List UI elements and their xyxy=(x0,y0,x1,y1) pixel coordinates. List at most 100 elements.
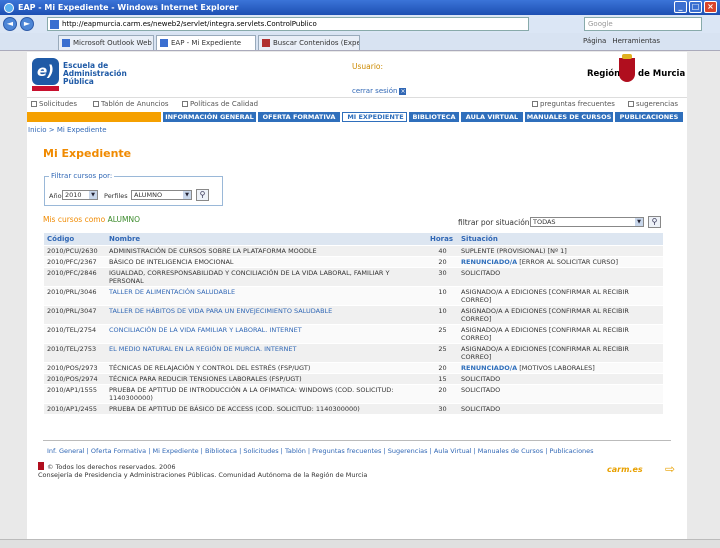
tab-mi-expediente[interactable]: EAP - Mi Expediente xyxy=(156,35,256,50)
status-text: SOLICITADO xyxy=(461,385,501,394)
course-status: RENUNCIADO/A [MOTIVOS LABORALES] xyxy=(458,362,663,374)
copyright: © Todos los derechos reservados. 2006 Co… xyxy=(38,462,367,479)
tab-outlook[interactable]: Microsoft Outlook Web Access xyxy=(58,35,154,50)
maximize-icon[interactable]: □ xyxy=(689,1,702,13)
link-solicitudes[interactable]: Solicitudes xyxy=(31,100,77,108)
eap-logo[interactable]: e) xyxy=(32,58,59,85)
status-renunciado[interactable]: RENUNCIADO/A xyxy=(461,258,517,266)
link-tablon[interactable]: Tablón de Anuncios xyxy=(93,100,169,108)
menu-accent xyxy=(27,112,161,122)
menu-aula-virtual[interactable]: AULA VIRTUAL xyxy=(461,112,523,122)
filter-search-button[interactable]: ⚲ xyxy=(196,189,209,201)
search-input[interactable]: Google xyxy=(584,17,702,31)
course-code: 2010/POS/2973 xyxy=(44,362,106,374)
course-name[interactable]: TALLER DE HÁBITOS DE VIDA PARA UN ENVEJE… xyxy=(106,305,427,325)
table-row: 2010/PFC/2367 BÁSICO DE INTELIGENCIA EMOC… xyxy=(44,256,663,268)
course-hours: 25 xyxy=(427,343,458,363)
breadcrumb[interactable]: Inicio > Mi Expediente xyxy=(28,126,107,134)
col-horas[interactable]: Horas xyxy=(427,233,458,246)
region-text-2: de Murcia xyxy=(638,69,686,79)
carm-logo-text: carm.es xyxy=(607,465,643,474)
year-select[interactable]: 2010 ▼ xyxy=(62,190,98,200)
course-status: SOLICITADO xyxy=(458,373,663,385)
menu-manuales[interactable]: MANUALES DE CURSOS xyxy=(525,112,613,122)
status-text: ASIGNADO/A A EDICIONES [CONFIRMAR AL REC… xyxy=(461,344,629,361)
link-label: Tablón de Anuncios xyxy=(101,100,169,108)
course-code: 2010/AP1/1555 xyxy=(44,384,106,404)
course-code: 2010/PRL/3047 xyxy=(44,305,106,325)
footer-divider xyxy=(43,440,671,441)
course-hours: 15 xyxy=(427,373,458,385)
col-codigo[interactable]: Código xyxy=(44,233,106,246)
page-content: e) Escuela de Administración Pública Usu… xyxy=(27,52,687,539)
table-row: 2010/PRL/3046 TALLER DE ALIMENTACIÓN SALU… xyxy=(44,286,663,306)
logout-link[interactable]: cerrar sesión × xyxy=(352,87,407,95)
course-name[interactable]: CONCILIACIÓN DE LA VIDA FAMILIAR Y LABOR… xyxy=(106,324,427,344)
main-menu: INFORMACIÓN GENERAL OFERTA FORMATIVA MI … xyxy=(27,112,687,122)
footer-links[interactable]: Inf. General | Oferta Formativa | Mi Exp… xyxy=(47,447,594,455)
top-links: Solicitudes Tablón de Anuncios Políticas… xyxy=(27,100,687,110)
search-icon: ⚲ xyxy=(199,190,206,199)
close-icon[interactable]: × xyxy=(704,1,717,13)
menu-publicaciones[interactable]: PUBLICACIONES xyxy=(615,112,683,122)
menu-informacion-general[interactable]: INFORMACIÓN GENERAL xyxy=(163,112,256,122)
search-placeholder: Google xyxy=(588,20,613,28)
situation-select[interactable]: TODAS ▼ xyxy=(530,217,644,227)
col-nombre[interactable]: Nombre xyxy=(106,233,427,246)
url-input[interactable]: http://eapmurcia.carm.es/neweb2/servlet/… xyxy=(47,17,529,31)
status-text: SUPLENTE (PROVISIONAL) [Nº 1] xyxy=(461,246,567,255)
course-name[interactable]: EL MEDIO NATURAL EN LA REGIÓN DE MURCIA.… xyxy=(106,343,427,363)
divider xyxy=(27,97,687,98)
mail-icon xyxy=(628,101,634,107)
course-status: SUPLENTE (PROVISIONAL) [Nº 1] xyxy=(458,245,663,257)
link-faq[interactable]: preguntas frecuentes xyxy=(532,100,615,108)
course-status: ASIGNADO/A A EDICIONES [CONFIRMAR AL REC… xyxy=(458,343,663,363)
table-row: 2010/PRL/3047 TALLER DE HÁBITOS DE VIDA P… xyxy=(44,305,663,325)
status-renunciado[interactable]: RENUNCIADO/A xyxy=(461,364,517,372)
course-name[interactable]: TALLER DE ALIMENTACIÓN SALUDABLE xyxy=(106,286,427,306)
col-situacion[interactable]: Situación xyxy=(458,233,663,246)
back-icon[interactable]: ◄ xyxy=(3,17,17,31)
link-politicas[interactable]: Políticas de Calidad xyxy=(182,100,258,108)
menu-biblioteca[interactable]: BIBLIOTECA xyxy=(409,112,459,122)
tab-buscar[interactable]: Buscar Contenidos (Expedien... xyxy=(258,35,360,50)
year-value: 2010 xyxy=(65,191,82,199)
course-status: ASIGNADO/A A EDICIONES [CONFIRMAR AL REC… xyxy=(458,305,663,325)
carm-logo[interactable]: carm.es ⇨ xyxy=(607,462,677,478)
logout-text: cerrar sesión xyxy=(352,87,398,95)
course-hours: 20 xyxy=(427,256,458,268)
chevron-down-icon: ▼ xyxy=(183,191,191,199)
tools-menu[interactable]: Herramientas xyxy=(612,37,660,45)
menu-mi-expediente[interactable]: MI EXPEDIENTE xyxy=(342,112,407,122)
logo-line-3: Pública xyxy=(63,77,94,86)
course-status: ASIGNADO/A A EDICIONES [CONFIRMAR AL REC… xyxy=(458,324,663,344)
situation-filter-label: filtrar por situación xyxy=(458,218,530,227)
profile-select[interactable]: ALUMNO ▼ xyxy=(131,190,192,200)
tab-favicon-icon xyxy=(62,39,70,47)
window-titlebar: EAP - Mi Expediente - Windows Internet E… xyxy=(0,0,720,15)
board-icon xyxy=(93,101,99,107)
course-name: IGUALDAD, CORRESPONSABILIDAD Y CONCILIAC… xyxy=(106,267,427,287)
course-hours: 30 xyxy=(427,267,458,287)
document-icon xyxy=(182,101,188,107)
situation-search-button[interactable]: ⚲ xyxy=(648,216,661,228)
course-status: SOLICITADO xyxy=(458,267,663,287)
table-row: 2010/AP1/1555 PRUEBA DE APTITUD DE INTROD… xyxy=(44,384,663,404)
minimize-icon[interactable]: _ xyxy=(674,1,687,13)
course-name: TÉCNICA PARA REDUCIR TENSIONES LABORALES… xyxy=(106,373,427,385)
table-row: 2010/POS/2974 TÉCNICA PARA REDUCIR TENSIO… xyxy=(44,373,663,385)
logo-text: Escuela de Administración Pública xyxy=(63,62,127,86)
course-hours: 20 xyxy=(427,384,458,404)
url-text: http://eapmurcia.carm.es/neweb2/servlet/… xyxy=(62,20,317,28)
menu-oferta-formativa[interactable]: OFERTA FORMATIVA xyxy=(258,112,340,122)
link-sugerencias[interactable]: sugerencias xyxy=(628,100,678,108)
forward-icon[interactable]: ► xyxy=(20,17,34,31)
copyright-text: © Todos los derechos reservados. 2006 xyxy=(47,463,176,471)
page-menu[interactable]: Página xyxy=(583,37,606,45)
close-session-icon: × xyxy=(399,88,407,95)
filter-legend: Filtrar cursos por: xyxy=(49,172,115,180)
situation-value: TODAS xyxy=(533,218,556,226)
status-text: SOLICITADO xyxy=(461,374,501,383)
table-header-row: Código Nombre Horas Situación xyxy=(44,233,663,246)
status-text: [ERROR AL SOLICITAR CURSO] xyxy=(519,257,619,266)
